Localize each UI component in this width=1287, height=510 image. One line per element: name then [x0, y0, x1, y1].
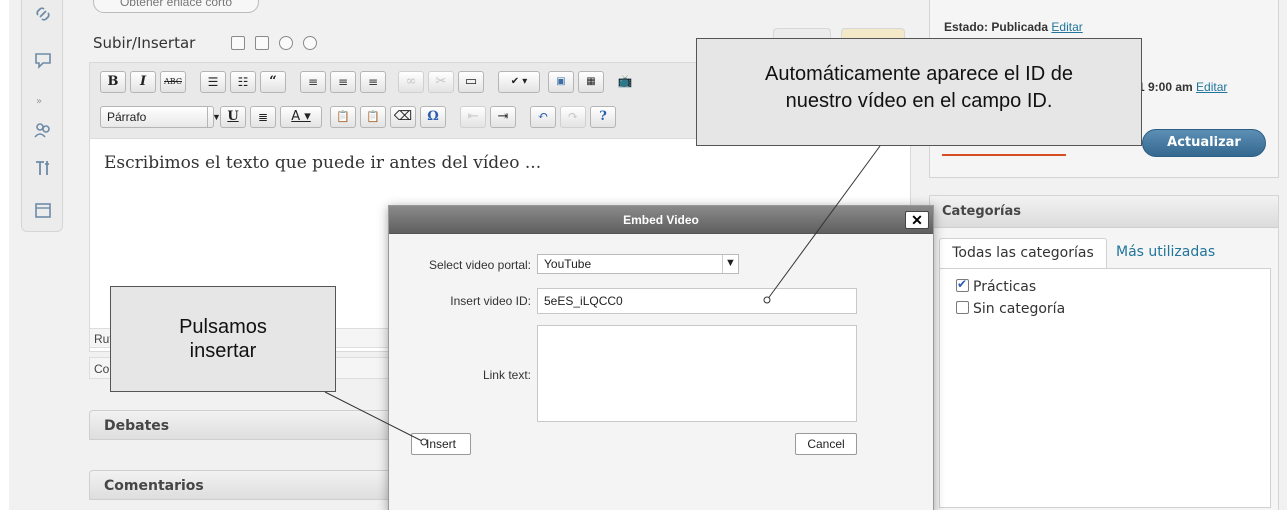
category-label: Prácticas [973, 279, 1037, 295]
link-text-area[interactable] [537, 325, 857, 422]
checkbox-checked-icon[interactable] [956, 277, 969, 292]
insert-button[interactable]: Insert [411, 433, 471, 455]
dialog-titlebar: Embed Video ✕ [389, 206, 933, 234]
embed-video-icon[interactable]: 📺 [612, 71, 638, 93]
portal-select-value: YouTube [544, 257, 592, 271]
embed-video-dialog: Embed Video ✕ Select video portal: YouTu… [388, 205, 934, 510]
video-upload-icon[interactable] [255, 36, 269, 50]
callout-text-line: nuestro vídeo en el campo ID. [785, 90, 1053, 112]
tab-most-used[interactable]: Más utilizadas [1116, 244, 1215, 260]
callout-id-auto: Automáticamente aparece el ID de nuestro… [696, 38, 1142, 146]
audio-upload-icon[interactable] [279, 36, 293, 50]
redo-button[interactable]: ↷ [560, 106, 586, 128]
word-count-label: Co [94, 362, 110, 376]
paste-text-button[interactable]: 📋 [330, 106, 356, 128]
checkbox-icon[interactable] [956, 301, 969, 314]
edit-status-link[interactable]: Editar [1051, 20, 1082, 34]
link-text-label: Link text: [482, 368, 531, 382]
unlink-button[interactable]: ✂ [428, 71, 454, 93]
menu-separator: » [36, 96, 43, 107]
spellcheck-button[interactable]: ✔ ▾ [498, 71, 540, 93]
special-char-button[interactable]: Ω [420, 106, 446, 128]
blockquote-button[interactable]: “ [260, 71, 286, 93]
category-list: Prácticas Sin categoría [939, 268, 1271, 508]
callout-click-insert: Pulsamos insertar [110, 286, 336, 392]
cancel-button[interactable]: Cancel [795, 433, 857, 455]
status-line: Estado: Publicada Editar [944, 20, 1083, 34]
outdent-button[interactable]: ⇤ [460, 106, 486, 128]
users-icon[interactable] [31, 120, 55, 144]
image-upload-icon[interactable] [231, 36, 245, 50]
discussion-title: Debates [104, 418, 170, 434]
category-label: Sin categoría [973, 301, 1066, 317]
format-select[interactable]: Párrafo ▼ [100, 106, 221, 128]
bold-button[interactable]: B [100, 71, 126, 93]
category-item[interactable]: Sin categoría [956, 301, 1065, 317]
indent-button[interactable]: ⇥ [490, 106, 516, 128]
insert-link-button[interactable]: ∞ [398, 71, 424, 93]
underline-button[interactable]: U [220, 106, 246, 128]
callout-text-line: Pulsamos [179, 316, 267, 338]
edit-schedule-link[interactable]: Editar [1196, 80, 1227, 94]
update-button[interactable]: Actualizar [1142, 129, 1266, 157]
schedule-line: 1 9:00 am Editar [1138, 80, 1227, 94]
video-id-input[interactable]: 5eES_iLQCC0 [537, 288, 857, 314]
undo-button[interactable]: ↶ [530, 106, 556, 128]
numbered-list-button[interactable]: ☷ [230, 71, 256, 93]
paste-word-button[interactable]: 📋 [360, 106, 386, 128]
admin-side-menu: » [21, 0, 63, 232]
editor-content[interactable]: Escribimos el texto que puede ir antes d… [104, 153, 541, 173]
italic-button[interactable]: I [130, 71, 156, 93]
strikethrough-button[interactable]: ABC [160, 71, 186, 93]
category-item[interactable]: Prácticas [956, 277, 1037, 295]
tools-icon[interactable] [31, 158, 55, 182]
categories-header[interactable]: Categorías [930, 196, 1278, 228]
callout-text-line: Automáticamente aparece el ID de [765, 63, 1073, 85]
align-left-button[interactable]: ≡ [300, 71, 326, 93]
video-id-label: Insert video ID: [450, 294, 531, 308]
calendar-icon[interactable] [31, 200, 55, 224]
close-icon[interactable]: ✕ [905, 211, 929, 229]
categories-box: Categorías Todas las categorías Más util… [929, 195, 1279, 510]
link-icon[interactable] [31, 4, 55, 28]
dialog-title: Embed Video [623, 213, 699, 227]
get-short-link-button[interactable]: Obtener enlace corto [93, 0, 259, 13]
fullscreen-button[interactable]: ▣ [548, 71, 574, 93]
help-button[interactable]: ? [590, 106, 616, 128]
kitchen-sink-button[interactable]: ▦ [578, 71, 604, 93]
align-center-button[interactable]: ≡ [330, 71, 356, 93]
comment-icon[interactable] [31, 50, 55, 74]
justify-button[interactable]: ≣ [250, 106, 276, 128]
media-upload-icon[interactable] [303, 36, 317, 50]
upload-insert-label: Subir/Insertar [93, 34, 196, 52]
tab-all-categories[interactable]: Todas las categorías [939, 238, 1107, 268]
more-tag-button[interactable]: ▭ [458, 71, 484, 93]
comments-title: Comentarios [104, 478, 204, 494]
bullet-list-button[interactable]: ☰ [200, 71, 226, 93]
format-select-value: Párrafo [107, 110, 147, 124]
categories-title: Categorías [942, 204, 1021, 219]
schedule-time: 1 9:00 am [1138, 80, 1193, 94]
video-portal-select[interactable]: YouTube ▼ [537, 254, 739, 274]
portal-label: Select video portal: [428, 258, 531, 272]
status-value: Publicada [991, 20, 1049, 34]
callout-text-line: insertar [189, 340, 257, 362]
clear-formatting-button[interactable]: ⌫ [390, 106, 416, 128]
status-label: Estado: [944, 20, 989, 34]
chevron-down-icon: ▼ [722, 255, 738, 273]
text-color-button[interactable]: A ▾ [280, 106, 322, 128]
align-right-button[interactable]: ≡ [360, 71, 386, 93]
